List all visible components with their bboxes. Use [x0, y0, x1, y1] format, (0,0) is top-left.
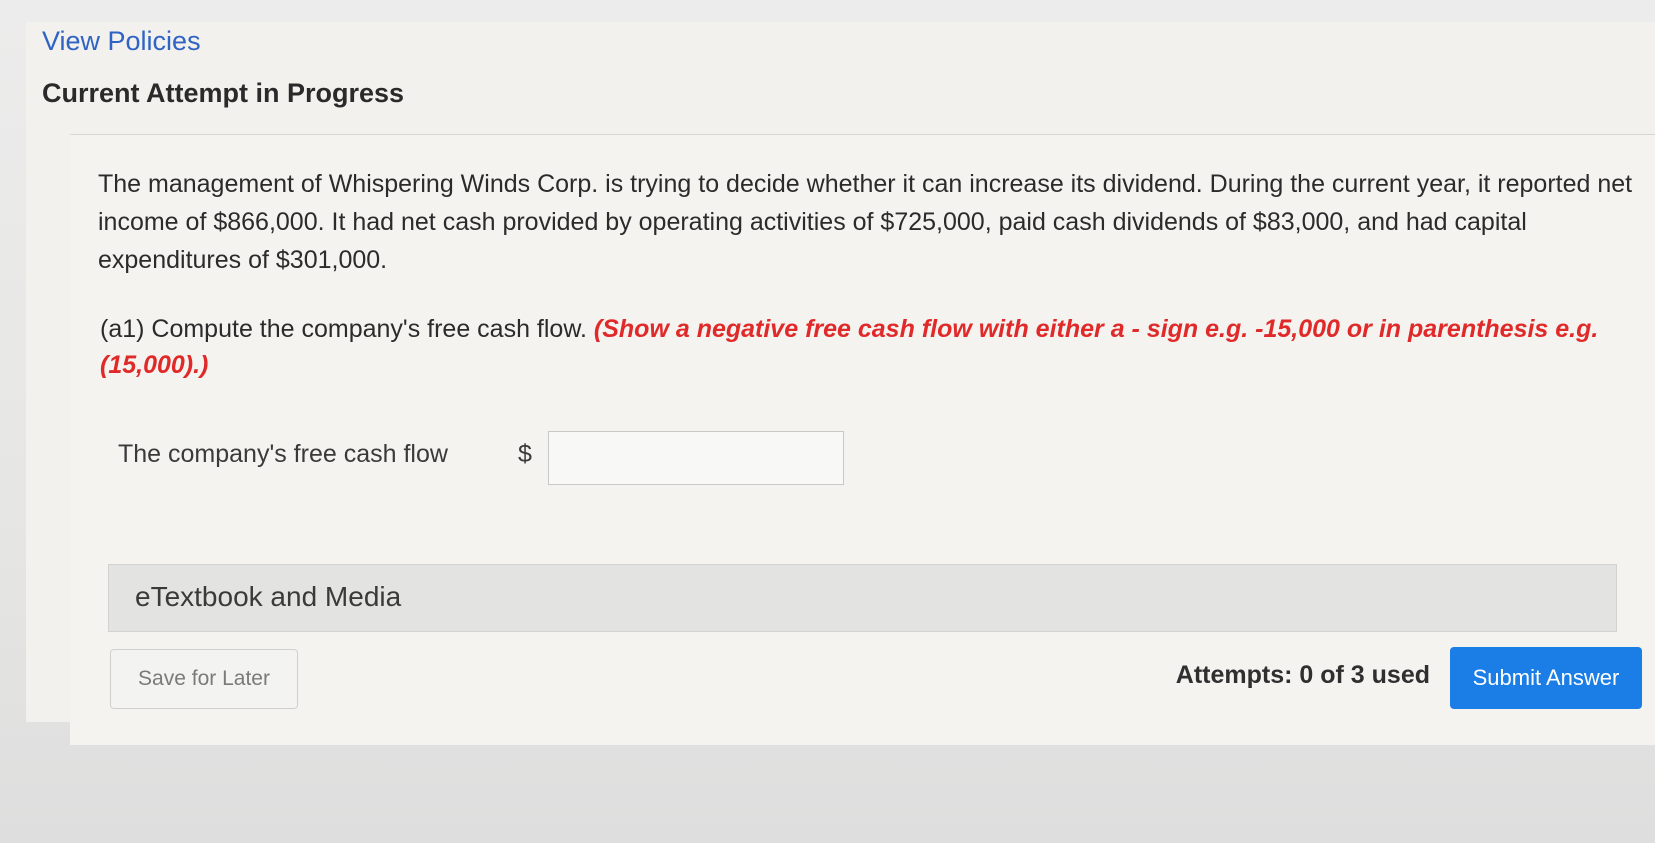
- currency-symbol: $: [518, 440, 532, 468]
- question-panel: The management of Whispering Winds Corp.…: [70, 134, 1655, 745]
- attempts-counter: Attempts: 0 of 3 used: [1175, 661, 1430, 689]
- question-page: View Policies Current Attempt in Progres…: [26, 22, 1655, 745]
- view-policies-link[interactable]: View Policies: [42, 26, 201, 57]
- attempt-status-heading: Current Attempt in Progress: [42, 78, 405, 108]
- free-cash-flow-input[interactable]: [548, 431, 844, 485]
- instruction-text: (a1) Compute the company's free cash flo…: [100, 311, 1650, 383]
- save-for-later-button[interactable]: Save for Later: [110, 649, 298, 709]
- instruction-prefix: (a1) Compute the company's free cash flo…: [100, 315, 587, 343]
- submit-answer-button[interactable]: Submit Answer: [1450, 647, 1642, 709]
- free-cash-flow-label: The company's free cash flow: [118, 440, 448, 468]
- etextbook-media-panel[interactable]: eTextbook and Media: [108, 564, 1617, 632]
- etextbook-media-label: eTextbook and Media: [135, 581, 402, 612]
- problem-text: The management of Whispering Winds Corp.…: [98, 170, 1633, 274]
